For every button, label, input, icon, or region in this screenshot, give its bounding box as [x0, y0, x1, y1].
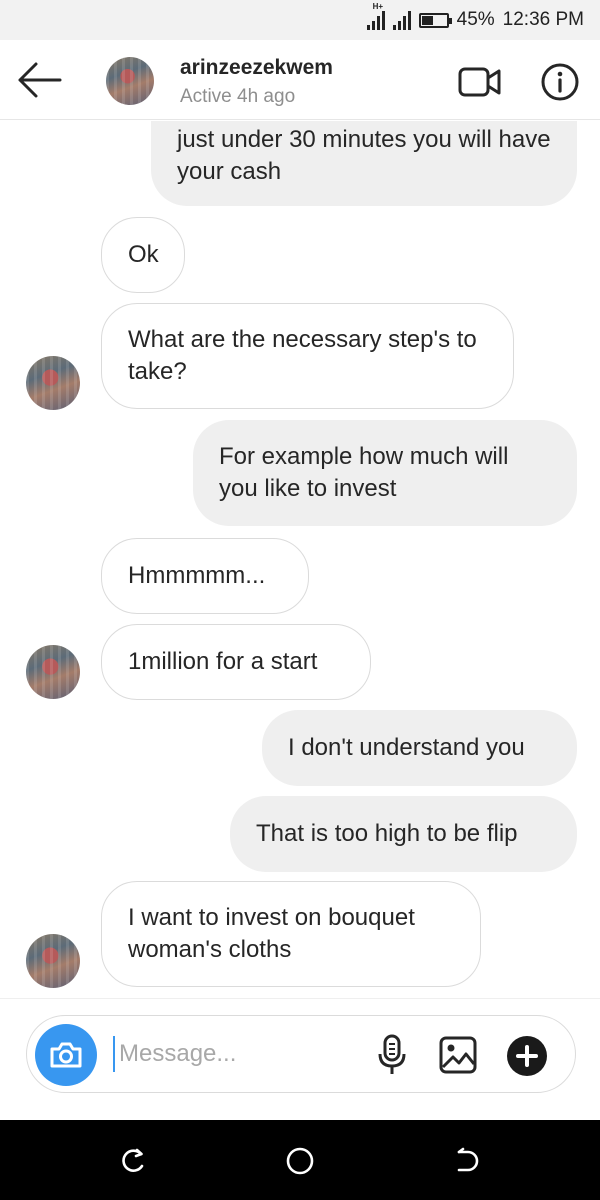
info-button[interactable] [540, 62, 580, 102]
message-bubble-outgoing[interactable]: That is too high to be flip [230, 796, 577, 872]
message-text: Ok [128, 241, 159, 268]
plus-icon [516, 1045, 538, 1067]
signal-strength-icon [366, 10, 385, 30]
camera-icon [50, 1042, 82, 1068]
back-arrow-icon [18, 62, 62, 98]
clock: 12:36 PM [502, 9, 584, 30]
message-text: I want to invest on bouquet woman's clot… [128, 904, 415, 963]
status-bar: H+ 45% 12:36 PM [0, 0, 600, 40]
more-options-button[interactable] [507, 1036, 547, 1076]
message-bubble-incoming[interactable]: Ok [101, 217, 185, 293]
recent-apps-button[interactable] [116, 1144, 150, 1178]
sender-avatar[interactable] [26, 356, 80, 410]
composer-bar [0, 998, 600, 1120]
voice-message-button[interactable] [377, 1034, 407, 1076]
message-text: I don't understand you [288, 734, 525, 761]
image-icon [439, 1036, 477, 1074]
network-badge: H+ [372, 2, 384, 11]
video-camera-icon [458, 67, 501, 97]
avatar[interactable] [106, 57, 154, 105]
message-bubble-incoming[interactable]: I want to invest on bouquet woman's clot… [101, 881, 481, 987]
microphone-icon [378, 1034, 406, 1074]
recent-apps-icon [122, 1148, 144, 1172]
message-text: Hmmmmm... [128, 562, 266, 589]
battery-fill [421, 15, 433, 25]
message-bubble-outgoing[interactable]: I don't understand you [262, 710, 577, 786]
video-call-button[interactable] [458, 66, 502, 98]
sender-avatar[interactable] [26, 645, 80, 699]
message-composer [26, 1015, 576, 1093]
message-text: 1million for a start [128, 648, 318, 675]
system-navigation-bar [0, 1120, 600, 1200]
conversation-header: arinzeezekwem Active 4h ago [0, 40, 600, 120]
gallery-button[interactable] [439, 1036, 477, 1074]
back-button[interactable] [14, 58, 64, 102]
message-bubble-incoming[interactable]: 1million for a start [101, 624, 371, 700]
message-bubble-incoming[interactable]: What are the necessary step's to take? [101, 303, 514, 409]
message-bubble-outgoing[interactable]: just under 30 minutes you will have your… [151, 121, 577, 206]
camera-button[interactable] [35, 1024, 97, 1086]
sender-avatar[interactable] [26, 934, 80, 988]
message-text: What are the necessary step's to take? [128, 326, 477, 385]
message-text: just under 30 minutes you will have your… [177, 126, 551, 185]
message-bubble-outgoing[interactable]: For example how much will you like to in… [193, 420, 577, 526]
signal-strength-icon-2 [392, 10, 411, 30]
username[interactable]: arinzeezekwem [180, 56, 333, 80]
message-text: For example how much will you like to in… [219, 443, 509, 502]
message-input[interactable] [113, 1036, 353, 1072]
battery-percent: 45% [456, 9, 495, 30]
home-button[interactable] [283, 1144, 317, 1178]
message-thread[interactable]: just under 30 minutes you will have your… [0, 121, 600, 998]
message-bubble-incoming[interactable]: Hmmmmm... [101, 538, 309, 614]
message-text: That is too high to be flip [256, 820, 518, 847]
battery-icon [418, 12, 452, 28]
home-circle-icon [286, 1147, 314, 1175]
back-nav-button[interactable] [450, 1144, 484, 1178]
back-nav-icon [457, 1147, 479, 1172]
info-icon [541, 63, 579, 101]
active-status: Active 4h ago [180, 86, 296, 107]
